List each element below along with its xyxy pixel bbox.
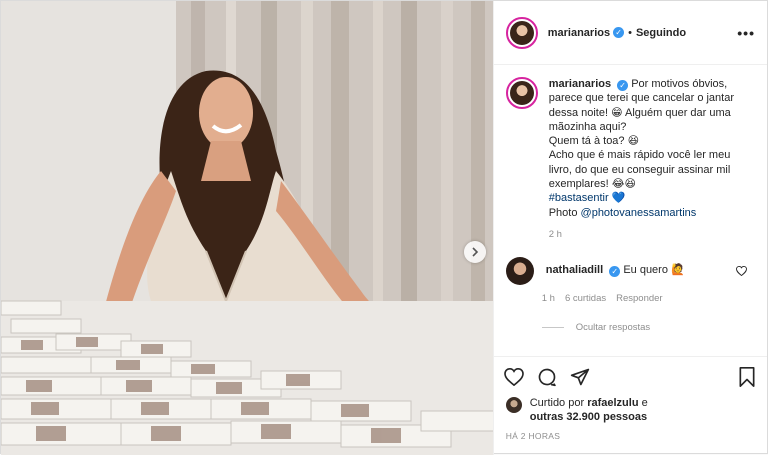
author-username[interactable]: marianarios: [548, 27, 610, 39]
share-icon[interactable]: [568, 365, 592, 389]
comment-like-icon[interactable]: [736, 265, 747, 276]
chevron-right-icon: [472, 247, 479, 257]
post-header: marianarios ✓ • Seguindo •••: [493, 1, 767, 65]
blue-heart-emoji: 💙: [611, 192, 626, 205]
post-photo[interactable]: [1, 1, 493, 455]
action-bar: [493, 356, 767, 396]
verified-badge-icon: ✓: [617, 80, 629, 91]
comment-icon[interactable]: [535, 365, 559, 389]
liked-by: Curtido por rafaelzulu e outras 32.900 p…: [494, 396, 767, 424]
caption-age[interactable]: 2 h: [549, 229, 755, 240]
next-photo-button[interactable]: [464, 241, 486, 263]
post-timestamp[interactable]: HÁ 2 HORAS: [494, 424, 767, 441]
comment-item: nathaliadill ✓ Eu quero 🙋: [505, 256, 755, 285]
photo-image: [1, 1, 493, 455]
following-button[interactable]: Seguindo: [636, 27, 686, 39]
verified-badge-icon: ✓: [609, 265, 621, 277]
verified-badge-icon: ✓: [613, 27, 625, 38]
comment-body: Eu quero 🙋: [623, 263, 685, 276]
photo-credit-link[interactable]: @photovanessamartins: [581, 207, 697, 219]
author-avatar[interactable]: [505, 16, 538, 49]
commenter-username[interactable]: nathaliadill: [546, 264, 603, 276]
more-options-icon[interactable]: •••: [737, 25, 755, 41]
caption-text: marianarios ✓ Por motivos óbvios, parece…: [549, 77, 749, 220]
hide-replies-toggle[interactable]: Ocultar respostas: [541, 321, 755, 333]
post-details: marianarios ✓ • Seguindo ••• marianarios…: [492, 1, 767, 455]
replies-divider: [541, 326, 564, 328]
hide-replies-label: Ocultar respostas: [575, 321, 651, 333]
comments-area[interactable]: marianarios ✓ Por motivos óbvios, parece…: [494, 65, 767, 356]
photo-credit-prefix: Photo: [548, 206, 578, 219]
reply-button[interactable]: Responder: [616, 293, 662, 304]
liked-by-prefix: Curtido por: [529, 397, 585, 409]
liked-by-text: Curtido por rafaelzulu e outras 32.900 p…: [530, 396, 648, 424]
hashtag-link[interactable]: #bastasentir: [549, 192, 609, 204]
caption-line-2: Quem tá à toa? 😆: [548, 135, 640, 148]
caption-line-3: Acho que é mais rápido você ler meu livr…: [548, 149, 731, 191]
comment-age[interactable]: 1 h: [542, 293, 555, 304]
comment-likes[interactable]: 6 curtidas: [565, 293, 606, 304]
caption-avatar[interactable]: [505, 77, 538, 109]
liker-avatar[interactable]: [505, 397, 522, 413]
caption-row: marianarios ✓ Por motivos óbvios, parece…: [505, 77, 755, 220]
liked-by-others[interactable]: outras 32.900 pessoas: [530, 411, 647, 423]
comment-text: nathaliadill ✓ Eu quero 🙋: [546, 263, 685, 285]
instagram-post: marianarios ✓ • Seguindo ••• marianarios…: [0, 0, 768, 455]
heart-icon[interactable]: [502, 365, 526, 389]
separator-dot: •: [628, 26, 632, 39]
bookmark-icon[interactable]: [735, 365, 759, 389]
comment-meta: 1 h 6 curtidas Responder: [542, 293, 755, 304]
liked-by-suffix: e: [641, 397, 648, 409]
caption-username[interactable]: marianarios: [549, 78, 611, 90]
commenter-avatar[interactable]: [505, 256, 534, 285]
liked-by-user[interactable]: rafaelzulu: [587, 397, 638, 409]
